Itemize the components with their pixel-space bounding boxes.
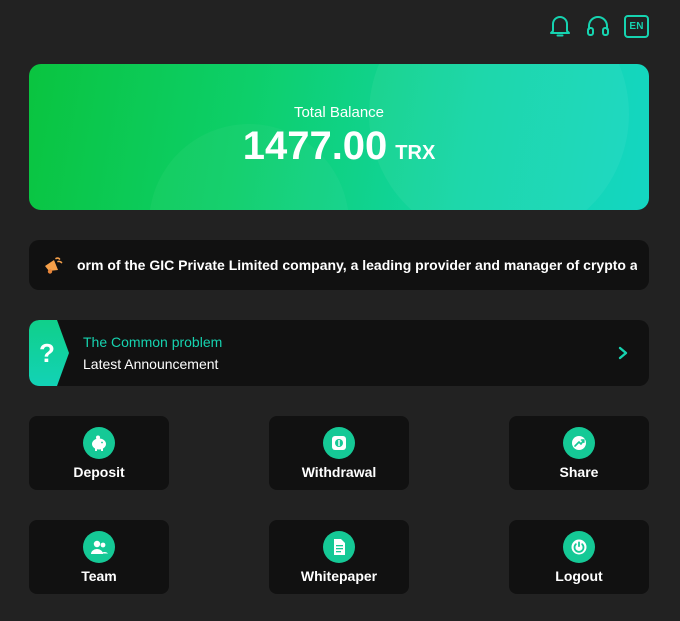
- header-icons: EN: [548, 14, 649, 38]
- question-badge: ?: [29, 320, 69, 386]
- notice-subtitle: Latest Announcement: [83, 356, 219, 372]
- team-label: Team: [81, 568, 117, 584]
- marquee-text: orm of the GIC Private Limited company, …: [77, 257, 637, 273]
- deposit-label: Deposit: [73, 464, 125, 480]
- notice-title: The Common problem: [83, 334, 223, 350]
- logout-button[interactable]: Logout: [509, 520, 649, 594]
- whitepaper-button[interactable]: Whitepaper: [269, 520, 409, 594]
- balance-value-row: 1477.00 TRX: [29, 124, 649, 169]
- power-icon: [563, 531, 595, 563]
- headset-icon[interactable]: [586, 14, 610, 38]
- megaphone-icon: [29, 254, 77, 276]
- question-mark-icon: ?: [39, 337, 55, 368]
- language-button[interactable]: EN: [624, 14, 649, 38]
- balance-amount: 1477.00: [242, 124, 388, 168]
- withdrawal-label: Withdrawal: [301, 464, 377, 480]
- balance-unit: TRX: [395, 142, 436, 164]
- balance-label: Total Balance: [293, 104, 385, 121]
- share-icon: [563, 427, 595, 459]
- home-screen: EN Total Balance 1477.00 TRX orm of the G…: [0, 0, 680, 621]
- team-icon: [83, 531, 115, 563]
- chevron-right-icon: [618, 346, 628, 360]
- announcement-marquee[interactable]: orm of the GIC Private Limited company, …: [29, 240, 649, 290]
- team-button[interactable]: Team: [29, 520, 169, 594]
- withdraw-icon: [323, 427, 355, 459]
- common-problem-card[interactable]: ? The Common problem Latest Announcement: [29, 320, 649, 386]
- whitepaper-label: Whitepaper: [300, 568, 378, 584]
- piggy-bank-icon: [83, 427, 115, 459]
- logout-label: Logout: [555, 568, 603, 584]
- balance-card: Total Balance 1477.00 TRX: [29, 64, 649, 210]
- withdrawal-button[interactable]: Withdrawal: [269, 416, 409, 490]
- bell-icon[interactable]: [548, 14, 572, 38]
- share-button[interactable]: Share: [509, 416, 649, 490]
- share-label: Share: [559, 464, 599, 480]
- document-icon: [323, 531, 355, 563]
- deposit-button[interactable]: Deposit: [29, 416, 169, 490]
